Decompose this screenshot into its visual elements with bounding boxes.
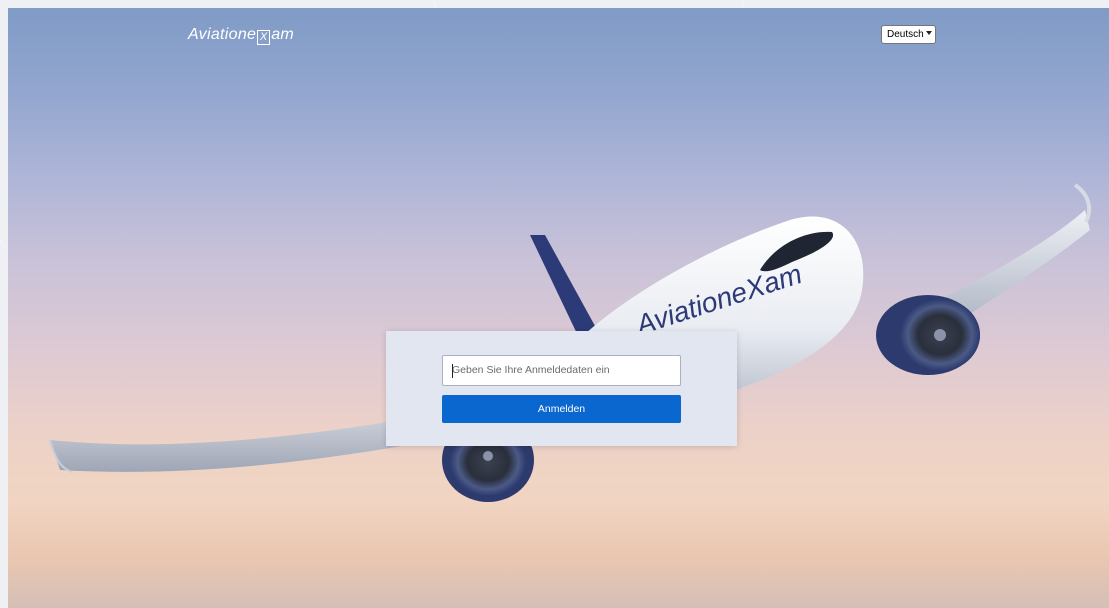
login-card: Geben Sie Ihre Anmeldedaten ein Anmelden: [386, 331, 737, 446]
text-caret: [452, 364, 453, 378]
credentials-input[interactable]: Geben Sie Ihre Anmeldedaten ein: [442, 355, 681, 386]
airplane-hero-image: AviationeXam: [49, 183, 1092, 502]
language-select-value: Deutsch: [887, 29, 924, 40]
credentials-input-placeholder: Geben Sie Ihre Anmeldedaten ein: [452, 364, 610, 376]
login-button[interactable]: Anmelden: [442, 395, 681, 423]
brand-logo-suffix: am: [271, 26, 295, 43]
hero-background: AviationeXam Aviatione Xam Deutsch Geben …: [8, 8, 1109, 608]
brand-logo-x-box: X: [257, 30, 271, 45]
chevron-down-icon: [926, 31, 932, 35]
language-select[interactable]: Deutsch: [881, 25, 936, 44]
brand-logo-prefix: Aviatione: [188, 26, 257, 43]
brand-logo[interactable]: Aviatione Xam: [188, 26, 294, 45]
